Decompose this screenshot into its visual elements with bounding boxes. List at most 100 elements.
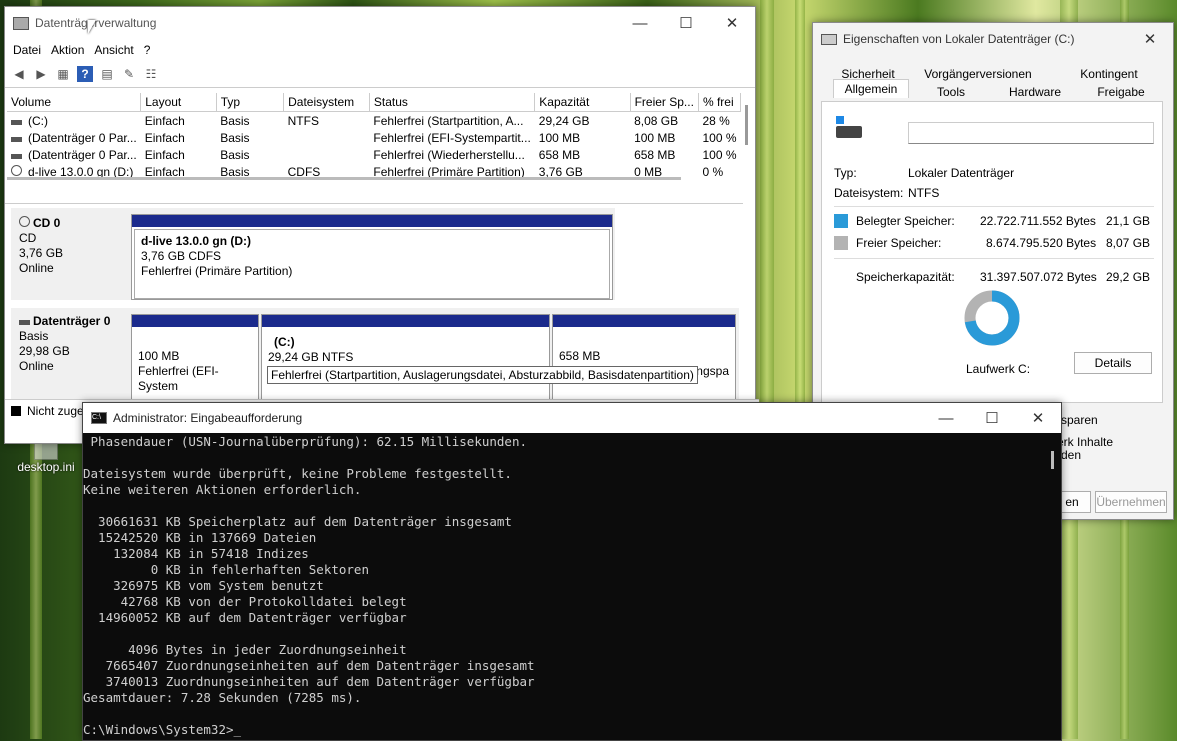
table-cell: NTFS [287,113,319,128]
tab-freigabe[interactable]: Freigabe [1081,85,1161,99]
help-icon[interactable]: ? [77,66,93,82]
tab-kontingent[interactable]: Kontingent [1059,67,1159,81]
free-space-bytes: 8.674.795.520 Bytes [986,236,1097,250]
column-header[interactable]: Dateisystem [283,93,370,112]
title-bar: C:\ Administrator: Eingabeaufforderung —… [83,403,1061,433]
table-cell: Fehlerfrei (EFI-Systempartit... [373,130,531,145]
desktop-icon[interactable]: desktop.ini [14,440,78,474]
divider [834,206,1154,207]
close-button[interactable]: ✕ [1015,403,1061,433]
minimize-button[interactable]: — [923,403,969,433]
table-row[interactable]: (Datenträger 0 Par... Einfach Basis Fehl… [7,129,741,146]
capacity-label: Speicherkapazität: [856,270,955,284]
maximize-button[interactable]: ☐ [663,8,709,38]
details-button[interactable]: Details [1074,352,1152,374]
menu-help[interactable]: ? [144,43,151,57]
table-cell: 100 MB [538,130,581,145]
console-line: 132084 KB in 57418 Indizes [83,546,309,561]
table-cell: 658 MB [634,147,676,162]
hard-disk-icon [19,320,30,325]
drive-icon [821,33,837,45]
maximize-button[interactable]: ☐ [969,403,1015,433]
horizontal-scrollbar[interactable] [7,177,681,180]
used-space-bytes: 22.722.711.552 Bytes [980,214,1096,228]
command-prompt-window: C:\ Administrator: Eingabeaufforderung —… [82,402,1062,741]
used-space-gb: 21,1 GB [1106,214,1151,228]
partition-efi[interactable]: 100 MB Fehlerfrei (EFI-System [131,314,259,404]
tab-strip: Sicherheit Vorgängerversionen Kontingent… [819,63,1163,101]
partition-recovery[interactable]: 658 MB ungspa [552,314,736,404]
column-header[interactable]: Kapazität [534,93,631,112]
column-header[interactable]: Freier Sp... [630,93,699,112]
tab-tools[interactable]: Tools [911,85,991,99]
tab-vorgaengerversionen[interactable]: Vorgängerversionen [913,67,1043,81]
close-button[interactable]: ✕ [709,8,755,38]
window-title: Datenträgerverwaltung [35,16,157,30]
type-value: Lokaler Datenträger [908,166,1015,180]
table-cell: Fehlerfrei (Startpartition, A... [373,113,524,128]
table-row[interactable]: (Datenträger 0 Par... Einfach Basis Fehl… [7,146,741,163]
column-header[interactable]: Volume [7,93,142,112]
console-line: 4096 Bytes in jeder Zuordnungseinheit [83,642,407,657]
index-checkbox-label-tail: erk Inhalte [1057,435,1114,449]
tab-hardware[interactable]: Hardware [995,85,1075,99]
graphical-view: CD 0 CD 3,76 GB Online d-live 13.0.0 gn … [5,203,743,404]
partition-bar [132,315,258,327]
usage-donut-chart [964,290,1020,346]
column-header[interactable]: Layout [140,93,217,112]
console-tree-icon[interactable]: ▦ [55,66,71,82]
windows-logo-icon [836,116,844,124]
disk-management-window: Datenträgerverwaltung — ☐ ✕ Datei Aktion… [4,6,759,444]
menu-aktion[interactable]: Aktion [51,43,84,57]
table-cell: Einfach [144,130,185,145]
table-cell [284,129,370,146]
console-output[interactable]: Phasendauer (USN-Journalüberprüfung): 62… [83,434,1043,740]
table-cell: 8,08 GB [634,113,679,128]
disk-label-disk0: Datenträger 0 Basis 29,98 GB Online [19,314,111,373]
close-button[interactable]: ✕ [1127,24,1173,54]
title-bar: Datenträgerverwaltung — ☐ ✕ [5,7,755,39]
column-header[interactable]: % frei [698,93,741,112]
partition-cd0-d[interactable]: d-live 13.0.0 gn (D:) 3,76 GB CDFS Fehle… [131,214,613,300]
drive-icon [11,119,22,125]
table-row[interactable]: (C:) Einfach Basis NTFS Fehlerfrei (Star… [7,112,741,130]
apply-button[interactable]: Übernehmen [1095,491,1167,513]
menu-ansicht[interactable]: Ansicht [94,43,133,57]
forward-arrow-icon[interactable]: ▶ [33,66,49,82]
table-cell: 29,24 GB [538,113,590,128]
filesystem-label: Dateisystem: [834,186,904,200]
minimize-button[interactable]: — [617,8,663,38]
divider [834,258,1154,259]
column-header[interactable]: Status [369,93,536,112]
partition-bar [132,215,612,227]
cd-drive-icon [11,164,22,176]
drive-icon [11,153,22,159]
tab-allgemein[interactable]: Allgemein [833,79,909,98]
console-line: Phasendauer (USN-Journalüberprüfung): 62… [83,434,528,449]
free-space-swatch [834,236,848,250]
rescan-icon[interactable]: ✎ [121,66,137,82]
settings-icon[interactable]: ☷ [143,66,159,82]
free-space-gb: 8,07 GB [1106,236,1151,250]
text-cursor: _ [233,722,242,737]
legend-label: Nicht zuge [27,404,84,418]
title-bar: Eigenschaften von Lokaler Datenträger (C… [813,23,1173,55]
console-line: Gesamtdauer: 7.28 Sekunden (7285 ms). [83,690,362,705]
console-line: 15242520 KB in 137669 Dateien [83,530,317,545]
vertical-scrollbar[interactable] [745,105,748,145]
table-cell: Basis [220,147,250,162]
table-cell: Basis [220,130,250,145]
used-space-swatch [834,214,848,228]
table-cell: 100 % [702,147,737,162]
back-arrow-icon[interactable]: ◀ [11,66,27,82]
console-scrollbar[interactable] [1051,451,1054,469]
partition-c[interactable]: (C:) 29,24 GB NTFS [261,314,550,404]
menu-datei[interactable]: Datei [13,43,41,57]
column-header[interactable]: Typ [216,93,285,112]
volume-label-input[interactable] [908,122,1154,144]
properties-icon[interactable]: ▤ [99,66,115,82]
drive-name-label: Laufwerk C: [966,362,1031,376]
